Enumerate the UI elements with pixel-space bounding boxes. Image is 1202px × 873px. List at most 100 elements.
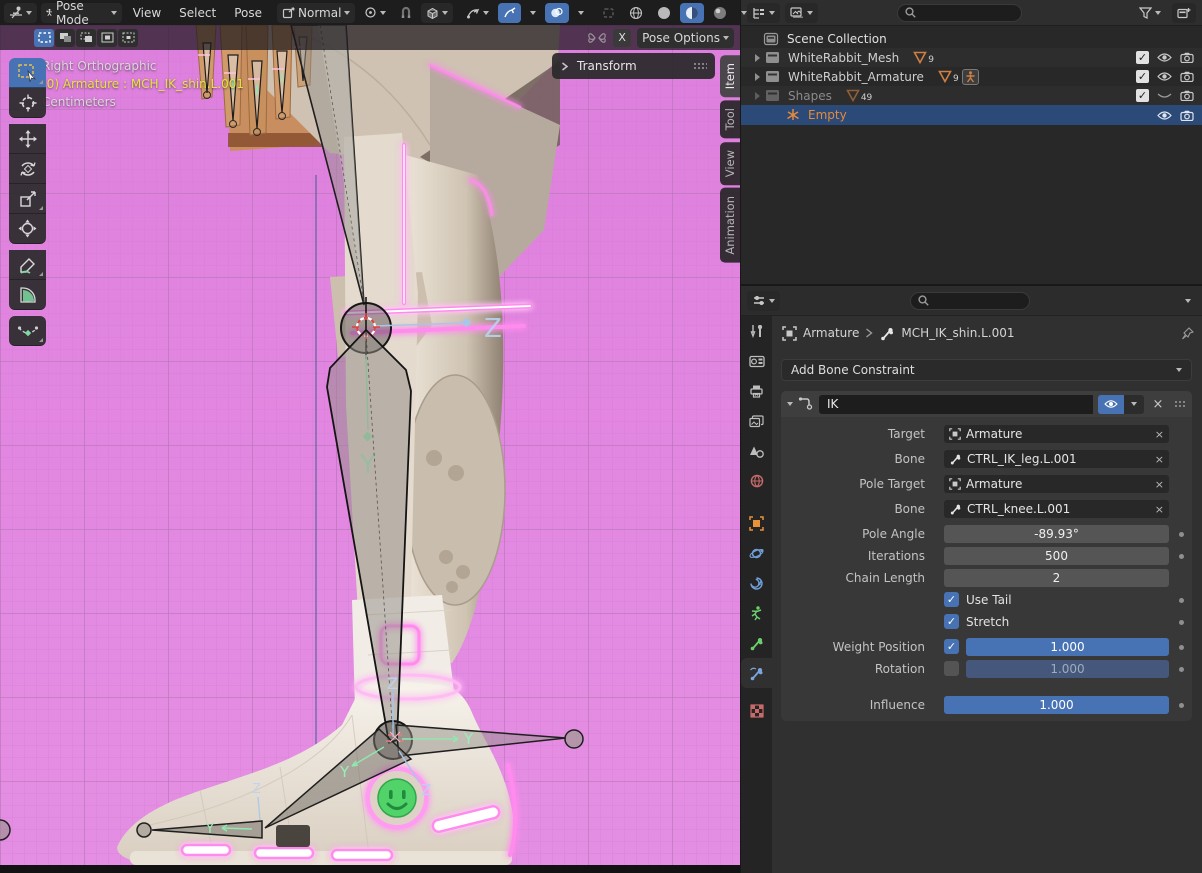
snap-target-selector[interactable] bbox=[421, 3, 453, 23]
tab-texture-properties[interactable] bbox=[741, 696, 772, 726]
select-mode-subtract[interactable] bbox=[76, 29, 96, 47]
keyframe-dot[interactable] bbox=[1179, 532, 1184, 537]
clear-target-button[interactable]: × bbox=[1155, 428, 1164, 441]
tab-physics-properties[interactable] bbox=[741, 538, 772, 568]
constraint-extras-dropdown[interactable] bbox=[1124, 395, 1144, 414]
outliner-row-mesh-collection[interactable]: WhiteRabbit_Mesh 9 ✓ bbox=[741, 48, 1202, 67]
camera-render-icon[interactable] bbox=[1180, 71, 1194, 82]
keyframe-dot[interactable] bbox=[1179, 667, 1184, 672]
shading-material-button[interactable] bbox=[680, 3, 704, 23]
pin-icon[interactable] bbox=[1181, 327, 1194, 340]
properties-search-input[interactable] bbox=[910, 292, 1030, 310]
tab-scene-properties[interactable] bbox=[741, 436, 772, 466]
select-mode-intersect[interactable] bbox=[118, 29, 138, 47]
weight-position-checkbox[interactable]: ✓ bbox=[944, 639, 959, 654]
outliner-row-scene-collection[interactable]: Scene Collection bbox=[741, 29, 1202, 48]
rotation-slider[interactable]: 1.000 bbox=[966, 660, 1169, 678]
constraint-name-input[interactable]: IK bbox=[819, 395, 1093, 414]
new-collection-button[interactable] bbox=[1172, 3, 1196, 23]
mode-selector[interactable]: Pose Mode bbox=[41, 3, 122, 23]
weight-position-slider[interactable]: 1.000 bbox=[966, 638, 1169, 656]
select-mode-invert[interactable] bbox=[97, 29, 117, 47]
overlays-toggle[interactable] bbox=[545, 3, 569, 23]
constraint-drag-handle[interactable] bbox=[1174, 400, 1186, 408]
keyframe-dot[interactable] bbox=[1179, 554, 1184, 559]
gizmos-dropdown[interactable] bbox=[525, 3, 541, 23]
selectable-checkbox[interactable]: ✓ bbox=[1136, 70, 1149, 83]
pole-angle-field[interactable]: -89.93° bbox=[944, 525, 1169, 543]
tool-select-box[interactable] bbox=[9, 58, 46, 88]
ik-panel-header[interactable]: IK × bbox=[781, 391, 1192, 417]
pole-bone-field[interactable]: CTRL_knee.L.001 × bbox=[944, 500, 1169, 518]
tool-cursor[interactable] bbox=[9, 88, 46, 118]
tab-tool[interactable]: Tool bbox=[720, 100, 740, 138]
xray-toggle[interactable] bbox=[597, 3, 620, 23]
tool-transform[interactable] bbox=[9, 214, 46, 244]
add-bone-constraint-button[interactable]: Add Bone Constraint bbox=[781, 359, 1192, 381]
panel-grip[interactable] bbox=[693, 62, 707, 70]
tab-bone-constraints-properties[interactable] bbox=[741, 658, 772, 688]
disclosure-triangle-icon[interactable] bbox=[755, 54, 760, 62]
keyframe-dot[interactable] bbox=[1179, 598, 1184, 603]
bone-toe-tip[interactable] bbox=[137, 823, 151, 837]
select-mode-extend[interactable] bbox=[55, 29, 75, 47]
clear-bone-button[interactable]: × bbox=[1155, 453, 1164, 466]
tab-bone-properties[interactable] bbox=[741, 628, 772, 658]
target-object-field[interactable]: Armature × bbox=[944, 425, 1169, 443]
tab-object-constraints-properties[interactable] bbox=[741, 568, 772, 598]
menu-select[interactable]: Select bbox=[172, 3, 223, 23]
tool-annotate[interactable] bbox=[9, 250, 46, 280]
tab-tool-properties[interactable] bbox=[741, 316, 772, 346]
eye-closed-icon[interactable] bbox=[1157, 90, 1172, 101]
iterations-field[interactable]: 500 bbox=[944, 547, 1169, 565]
keyframe-dot[interactable] bbox=[1179, 703, 1184, 708]
rotation-checkbox[interactable] bbox=[944, 661, 959, 676]
panel-expand-chevron[interactable] bbox=[787, 402, 793, 406]
shading-dropdown[interactable] bbox=[736, 3, 752, 23]
tab-object-data-properties[interactable] bbox=[741, 598, 772, 628]
camera-render-icon[interactable] bbox=[1180, 90, 1194, 101]
tool-scale[interactable] bbox=[9, 184, 46, 214]
breadcrumb-bone[interactable]: MCH_IK_shin.L.001 bbox=[901, 326, 1014, 340]
viewport-canvas[interactable]: Z Y bbox=[0, 25, 740, 873]
selectable-checkbox[interactable]: ✓ bbox=[1136, 51, 1149, 64]
selectable-checkbox[interactable]: ✓ bbox=[1136, 89, 1149, 102]
bone-field[interactable]: CTRL_IK_leg.L.001 × bbox=[944, 450, 1169, 468]
shading-wireframe-button[interactable] bbox=[624, 3, 648, 23]
tab-view[interactable]: View bbox=[720, 142, 740, 185]
editor-type-button[interactable] bbox=[4, 3, 37, 23]
breadcrumb-object[interactable]: Armature bbox=[803, 326, 859, 340]
viewport-3d[interactable]: Z Y bbox=[0, 25, 740, 873]
tab-item[interactable]: Item bbox=[720, 55, 740, 97]
keyframe-dot[interactable] bbox=[1179, 620, 1184, 625]
pose-options-dropdown[interactable]: Pose Options bbox=[637, 28, 734, 48]
outliner-display-mode-button[interactable] bbox=[785, 3, 818, 23]
constraint-delete-button[interactable]: × bbox=[1149, 397, 1167, 412]
tab-world-properties[interactable] bbox=[741, 466, 772, 496]
tool-rotate[interactable] bbox=[9, 154, 46, 184]
stretch-checkbox[interactable]: ✓ bbox=[944, 614, 959, 629]
bone-foot-ik-tip[interactable] bbox=[565, 730, 583, 748]
pole-target-field[interactable]: Armature × bbox=[944, 475, 1169, 493]
snap-toggle[interactable] bbox=[395, 3, 417, 23]
tab-view-layer-properties[interactable] bbox=[741, 406, 772, 436]
outliner-search-input[interactable] bbox=[897, 4, 1022, 22]
chain-length-field[interactable]: 2 bbox=[944, 569, 1169, 587]
tab-output-properties[interactable] bbox=[741, 376, 772, 406]
disclosure-triangle-icon[interactable] bbox=[755, 73, 760, 81]
keyframe-dot[interactable] bbox=[1179, 645, 1184, 650]
menu-pose[interactable]: Pose bbox=[227, 3, 269, 23]
menu-view[interactable]: View bbox=[126, 3, 168, 23]
tab-render-properties[interactable] bbox=[741, 346, 772, 376]
use-tail-checkbox[interactable]: ✓ bbox=[944, 592, 959, 607]
properties-options-dropdown[interactable] bbox=[1180, 291, 1196, 311]
mirror-x-toggle[interactable]: X bbox=[613, 29, 631, 47]
disclosure-triangle-icon[interactable] bbox=[755, 92, 760, 100]
eye-icon[interactable] bbox=[1157, 110, 1172, 121]
outliner-row-shapes-collection[interactable]: Shapes 49 ✓ bbox=[741, 86, 1202, 105]
influence-slider[interactable]: 1.000 bbox=[944, 696, 1169, 714]
tab-animation[interactable]: Animation bbox=[720, 188, 740, 263]
pivot-point-selector[interactable] bbox=[359, 3, 391, 23]
eye-icon[interactable] bbox=[1157, 71, 1172, 82]
camera-render-icon[interactable] bbox=[1180, 52, 1194, 63]
